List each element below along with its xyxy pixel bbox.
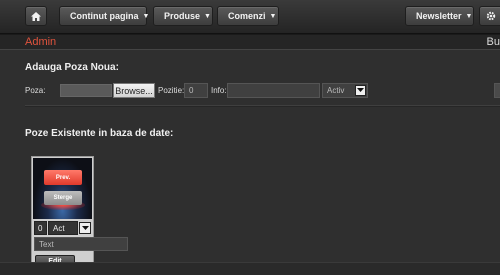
top-navigation-bar: Continut pagina ▼ Produse ▼ Comenzi ▼ Ne…: [0, 0, 500, 34]
newsletter-menu[interactable]: Newsletter ▼: [405, 6, 474, 26]
info-input[interactable]: [227, 83, 320, 98]
chevron-down-icon: ▼: [142, 12, 150, 20]
gear-icon: [486, 11, 496, 21]
pozitie-label: Pozitie:: [158, 86, 185, 95]
chevron-down-icon[interactable]: [79, 222, 91, 234]
settings-menu[interactable]: [479, 6, 500, 26]
photo-position-input[interactable]: 0: [34, 221, 47, 235]
preview-button[interactable]: Prev.: [44, 170, 82, 185]
produse-label: Produse: [164, 11, 201, 21]
browse-button[interactable]: Browse...: [113, 83, 155, 98]
home-button[interactable]: [25, 6, 47, 26]
admin-header-bar: Admin Bu: [0, 34, 500, 50]
delete-button[interactable]: Sterge: [44, 191, 82, 205]
section-divider: [25, 105, 500, 107]
photo-controls-row: 0 Act: [34, 221, 92, 236]
admin-right-text: Bu: [486, 36, 500, 48]
comenzi-menu[interactable]: Comenzi ▼: [217, 6, 279, 26]
status-select-value: Activ: [327, 86, 345, 95]
home-icon: [31, 11, 41, 21]
admin-title: Admin: [25, 36, 57, 48]
produse-menu[interactable]: Produse ▼: [153, 6, 213, 26]
chevron-down-icon: ▼: [204, 12, 211, 20]
submit-button[interactable]: [494, 83, 500, 98]
file-path-field[interactable]: [60, 84, 112, 97]
newsletter-label: Newsletter: [416, 11, 462, 21]
chevron-down-icon[interactable]: [355, 85, 366, 96]
photo-card: Prev. Sterge 0 Act Text Edit: [31, 156, 128, 269]
photo-status-select[interactable]: Act: [48, 221, 78, 235]
continut-pagina-menu[interactable]: Continut pagina ▼: [59, 6, 150, 26]
photo-status-value: Act: [53, 223, 65, 233]
poza-label: Poza:: [25, 86, 46, 95]
chevron-down-icon: ▼: [465, 12, 473, 20]
photo-text-input[interactable]: Text: [34, 237, 128, 251]
existing-photos-title: Poze Existente in baza de date:: [25, 128, 174, 139]
continut-pagina-label: Continut pagina: [70, 11, 139, 21]
info-label: Info:: [211, 86, 227, 95]
footer-strip: [0, 262, 500, 275]
photo-thumbnail: Prev. Sterge: [33, 158, 92, 219]
comenzi-label: Comenzi: [228, 11, 266, 21]
pozitie-input[interactable]: 0: [184, 83, 208, 98]
chevron-down-icon: ▼: [269, 12, 277, 20]
add-photo-title: Adauga Poza Noua:: [25, 62, 119, 73]
